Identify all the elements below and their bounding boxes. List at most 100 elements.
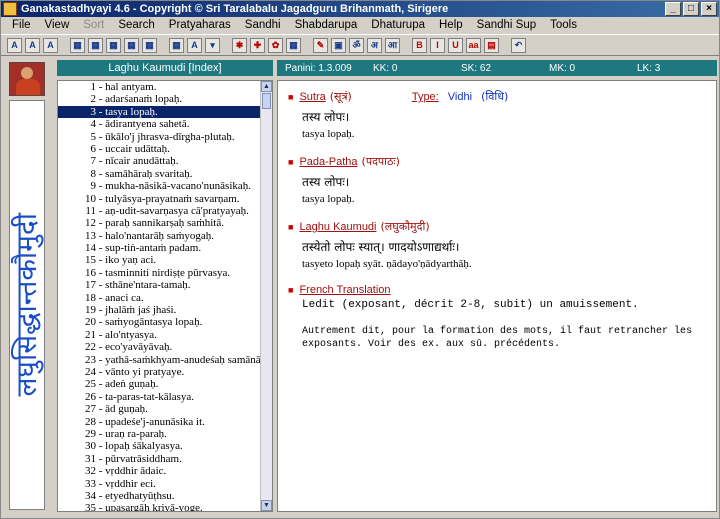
menu-sandhi-sup[interactable]: Sandhi Sup [470,19,543,31]
om-icon[interactable]: ॐ [349,37,364,53]
list-item[interactable]: 23 - yathā-saṁkhyam-anudeśaḥ samānā [58,354,272,366]
edit-icon[interactable]: ✎ [313,37,328,53]
script-select-icon[interactable]: A [187,37,202,53]
laghu-roman: tasyeto lopaḥ syāt. ṇādayo'ṇādyarthāḥ. [302,258,472,270]
list-item[interactable]: 6 - uccair udāttaḥ. [58,143,272,155]
list-item[interactable]: 30 - lopaḥ śākalyasya. [58,440,272,452]
tool-star-icon[interactable]: ✱ [232,37,247,53]
italic-button[interactable]: I [430,37,445,53]
list-item[interactable]: 5 - ūkālo'j jhrasva-dīrgha-plutaḥ. [58,131,272,143]
undo-icon[interactable]: ↶ [511,37,526,53]
list-item[interactable]: 7 - nīcair anudāttaḥ. [58,155,272,167]
minimize-button[interactable]: _ [665,2,681,16]
menu-dhaturupa[interactable]: Dhaturupa [364,19,432,31]
list-item-text: adarśanaṁ lopaḥ. [105,93,183,106]
font-medium-icon[interactable]: A [25,37,40,53]
sutra-list[interactable]: 1 - hal antyam. 2 - adarśanaṁ lopaḥ. 3 - t… [57,80,273,512]
devanagari-a-icon[interactable]: अ [367,37,382,53]
scroll-thumb[interactable] [262,93,271,109]
list-item[interactable]: 4 - ādirantyena sahetā. [58,118,272,130]
list-item[interactable]: 17 - sthāne'ntara-tamaḥ. [58,279,272,291]
padapatha-link[interactable]: Pada-Patha [299,156,357,168]
laghu-link[interactable]: Laghu Kaumudi [299,221,376,233]
list-item[interactable]: 24 - vānto yi pratyaye. [58,366,272,378]
tool-flower-icon[interactable]: ✿ [268,37,283,53]
padapatha-devanagari: तस्य लोपः। [302,175,350,189]
french-line-1: Ledit (exposant, décrit 2-8, subit) un a… [302,299,639,311]
list-item-text: samāhāraḥ svaritaḥ. [105,167,193,180]
list-item[interactable]: 18 - anaci ca. [58,292,272,304]
list-item-number: 20 [85,316,96,329]
print-icon[interactable]: ▤ [484,37,499,53]
dropdown-arrow-icon[interactable]: ▾ [205,37,220,53]
list-item[interactable]: 28 - upadeśe'j-anunāsika it. [58,416,272,428]
view-table-icon[interactable]: ▦ [106,37,121,53]
list-item[interactable]: 13 - halo'nantarāḥ saṁyogaḥ. [58,230,272,242]
list-item[interactable]: 3 - tasya lopaḥ. [58,105,272,119]
list-item[interactable]: 14 - sup-tiṅ-antaṁ padam. [58,242,272,254]
list-item[interactable]: 34 - etyedhatyūṭhsu. [58,490,272,502]
menu-pratyaharas[interactable]: Pratyaharas [162,19,238,31]
save-icon[interactable]: ▣ [331,37,346,53]
list-item[interactable]: 2 - adarśanaṁ lopaḥ. [58,93,272,105]
list-item[interactable]: 20 - saṁyogāntasya lopaḥ. [58,316,272,328]
view-detail-icon[interactable]: ▦ [88,37,103,53]
list-item[interactable]: 9 - mukha-nāsikā-vacano'nunāsikaḥ. [58,180,272,192]
list-item-number: 21 [85,328,96,341]
view-index-icon[interactable]: ▦ [142,37,157,53]
scroll-up-icon[interactable]: ▲ [261,81,272,92]
type-link[interactable]: Type: [412,91,439,103]
list-item-number: 6 [90,142,97,155]
close-button[interactable]: × [701,2,717,16]
list-item[interactable]: 19 - jhalāṁ jaś jhaśi. [58,304,272,316]
laghu-label-dev: (लघुकौमुदी) [380,220,430,233]
list-item[interactable]: 25 - adeṅ guṇaḥ. [58,378,272,390]
list-item-number: 31 [85,452,96,465]
sutra-link[interactable]: Sutra [299,91,325,103]
font-large-icon[interactable]: A [43,37,58,53]
panel-toggle-icon[interactable]: ▦ [169,37,184,53]
view-list-icon[interactable]: ▦ [70,37,85,53]
french-link[interactable]: French Translation [299,284,390,296]
list-item[interactable]: 1 - hal antyam. [58,81,272,93]
scroll-down-icon[interactable]: ▼ [261,500,272,511]
list-item[interactable]: 33 - vṛddhir eci. [58,478,272,490]
devanagari-aa-icon[interactable]: आ [385,37,400,53]
sutra-section: ■ Sutra (सूत्रं) Type: Vidhi (विधि) तस्य… [288,89,706,140]
title-bar[interactable]: Ganakastadhyayi 4.6 - Copyright © Sri Ta… [1,1,719,17]
list-item[interactable]: 16 - tasminniti nirdiṣṭe pūrvasya. [58,267,272,279]
list-item[interactable]: 35 - upasargāḥ kriyā-yoge. [58,502,272,511]
list-item-number: 14 [85,242,96,255]
menu-sandhi[interactable]: Sandhi [238,19,288,31]
underline-button[interactable]: U [448,37,463,53]
list-item[interactable]: 11 - aṇ-udit-savarṇasya cā'pratyayaḥ. [58,205,272,217]
menu-shabdarupa[interactable]: Shabdarupa [288,19,365,31]
list-item[interactable]: 15 - iko yaṇ aci. [58,254,272,266]
list-scrollbar[interactable]: ▲ ▼ [260,81,272,511]
list-item[interactable]: 27 - ād guṇaḥ. [58,403,272,415]
list-item[interactable]: 8 - samāhāraḥ svaritaḥ. [58,168,272,180]
menu-tools[interactable]: Tools [543,19,584,31]
list-item[interactable]: 10 - tulyāsya-prayatnaṁ savarṇam. [58,193,272,205]
list-item-text: sup-tiṅ-antaṁ padam. [105,242,202,255]
transliterate-icon[interactable]: aa [466,37,481,53]
tool-cross-icon[interactable]: ✚ [250,37,265,53]
maximize-button[interactable]: □ [683,2,699,16]
list-item[interactable]: 32 - vṛddhir ādaic. [58,465,272,477]
list-item[interactable]: 12 - paraḥ sannikarṣaḥ saṁhitā. [58,217,272,229]
menu-search[interactable]: Search [111,19,161,31]
list-item[interactable]: 31 - pūrvatrāsiddham. [58,453,272,465]
list-item-text: jhalāṁ jaś jhaśi. [105,304,177,317]
menu-view[interactable]: View [38,19,77,31]
bold-button[interactable]: B [412,37,427,53]
tool-grid-icon[interactable]: ▦ [286,37,301,53]
list-item[interactable]: 22 - eco'yavāyāvaḥ. [58,341,272,353]
menu-file[interactable]: File [5,19,38,31]
font-small-icon[interactable]: A [7,37,22,53]
list-item[interactable]: 21 - alo'ntyasya. [58,329,272,341]
list-item[interactable]: 26 - ta-paras-tat-kālasya. [58,391,272,403]
menu-help[interactable]: Help [432,19,470,31]
list-item-number: 12 [85,217,96,230]
list-item[interactable]: 29 - uraṇ ra-paraḥ. [58,428,272,440]
view-grid-icon[interactable]: ▦ [124,37,139,53]
